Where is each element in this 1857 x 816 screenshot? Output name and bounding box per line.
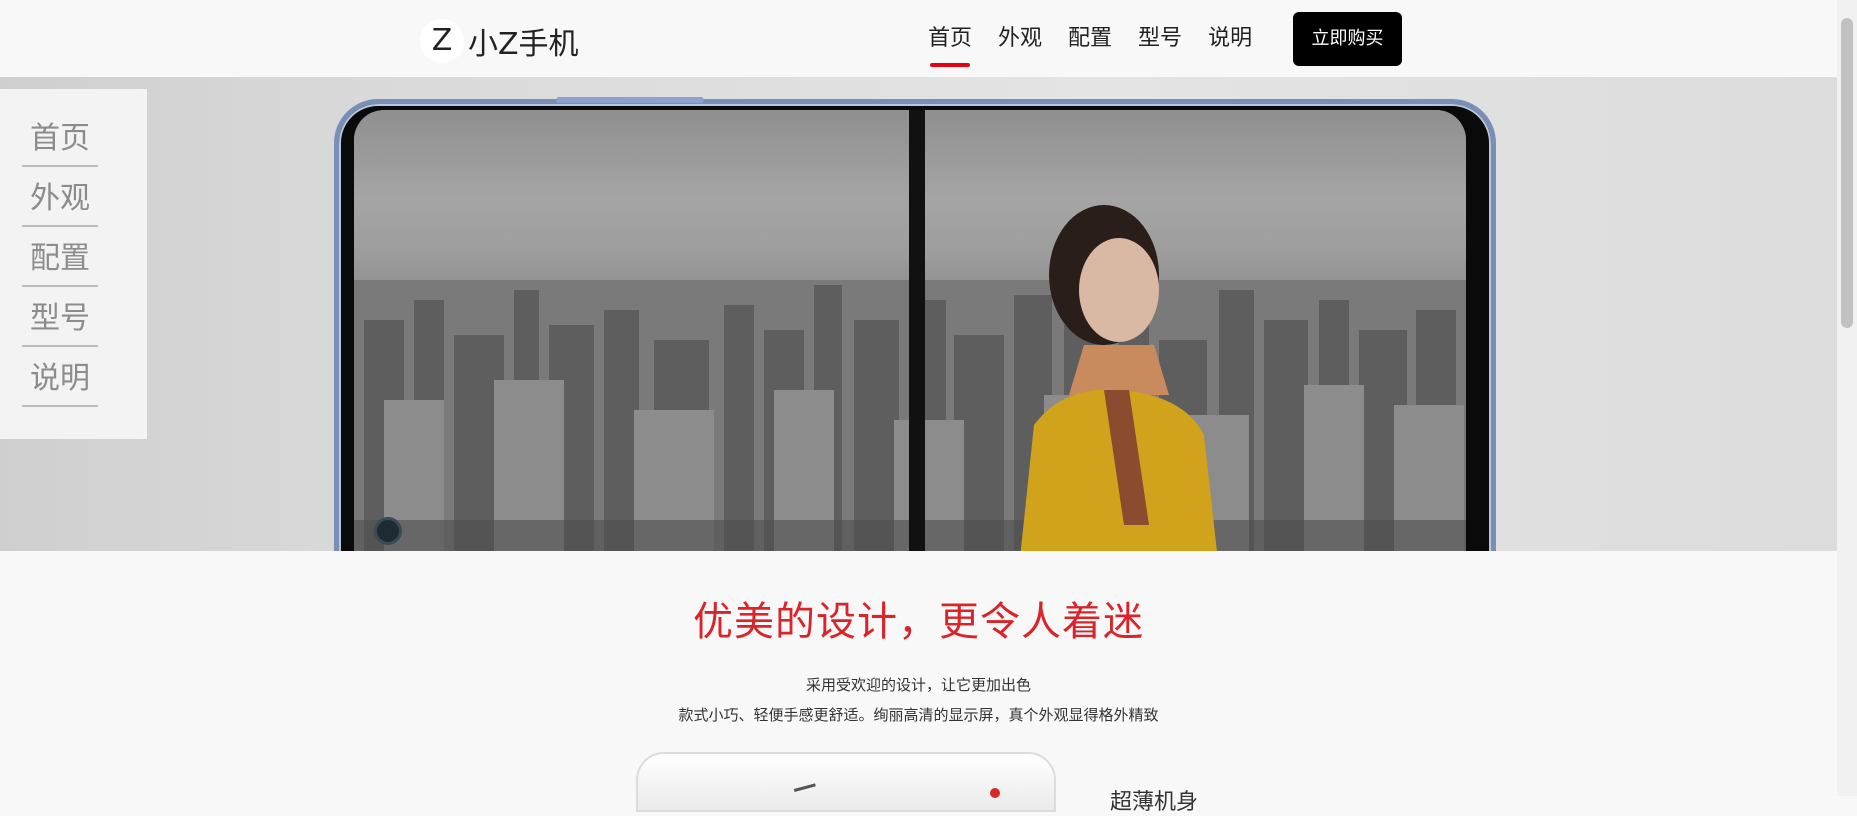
side-item-home[interactable]: 首页	[22, 107, 98, 167]
page-scrollbar[interactable]	[1837, 0, 1857, 796]
section-description-line1: 采用受欢迎的设计，让它更加出色	[805, 676, 1031, 694]
side-item-appearance[interactable]: 外观	[22, 167, 98, 227]
logo-icon: Z	[420, 19, 464, 63]
side-floating-menu: 首页 外观 配置 型号 说明	[0, 89, 147, 439]
site-logo[interactable]: Z 小Z手机	[420, 19, 579, 63]
hero-banner	[0, 77, 1837, 551]
top-header: Z 小Z手机 首页 外观 配置 型号 说明 立即购买	[0, 0, 1837, 77]
buy-now-button[interactable]: 立即购买	[1293, 12, 1402, 66]
side-item-models[interactable]: 型号	[22, 287, 98, 347]
scrollbar-thumb[interactable]	[1841, 18, 1853, 328]
side-item-config[interactable]: 配置	[22, 227, 98, 287]
phone-hinge	[909, 110, 925, 551]
section-title: 优美的设计，更令人着迷	[693, 599, 1144, 645]
logo-text: 小Z手机	[468, 27, 579, 62]
main-nav: 首页 外观 配置 型号 说明	[928, 0, 1278, 77]
nav-config[interactable]: 配置	[1068, 0, 1112, 77]
nav-instructions[interactable]: 说明	[1208, 0, 1252, 77]
product-camera-dot	[990, 788, 1000, 798]
side-item-instructions[interactable]: 说明	[22, 347, 98, 407]
nav-home[interactable]: 首页	[928, 0, 972, 77]
camera-icon	[374, 517, 402, 545]
section-description-line2: 款式小巧、轻便手感更舒适。绚丽高清的显示屏，真个外观显得格外精致	[678, 706, 1159, 724]
nav-appearance[interactable]: 外观	[998, 0, 1042, 77]
phone-top-accent	[556, 97, 704, 103]
feature-label: 超薄机身	[1110, 790, 1199, 815]
woman-figure-image	[1020, 205, 1217, 551]
nav-models[interactable]: 型号	[1138, 0, 1182, 77]
product-phone-image	[636, 752, 1056, 812]
